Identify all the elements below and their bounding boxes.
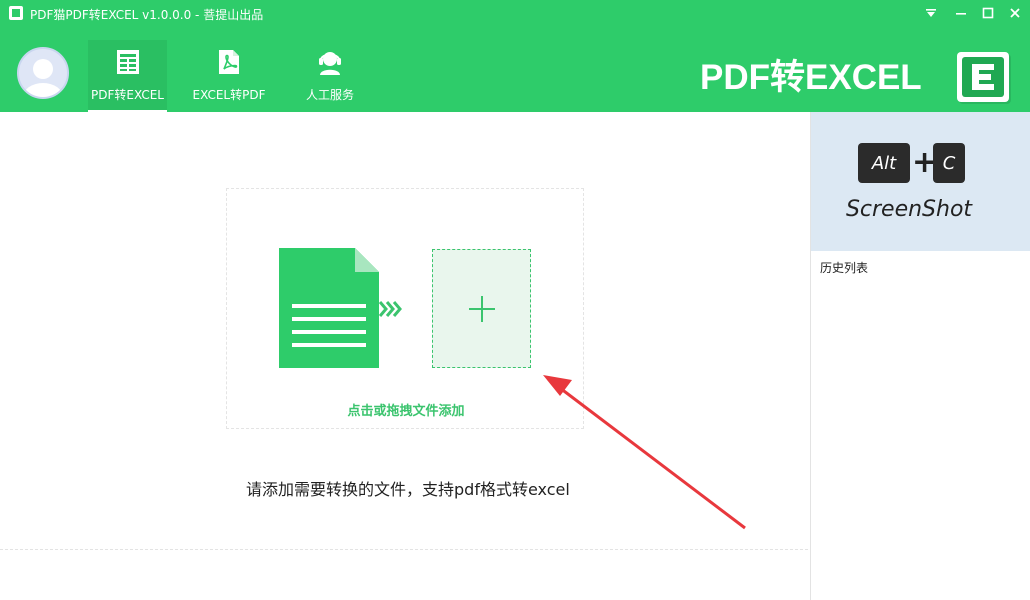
screenshot-shortcut-panel[interactable]: Alt + C ScreenShot <box>811 112 1030 251</box>
tab-label: PDF转EXCEL <box>91 88 164 102</box>
sidebar: Alt + C ScreenShot 历史列表 <box>810 112 1030 600</box>
tab-human-service[interactable]: 人工服务 <box>300 40 360 112</box>
menu-dropdown-icon[interactable] <box>920 4 942 22</box>
tab-pdf-to-excel[interactable]: PDF转EXCEL <box>88 40 167 112</box>
minimize-icon[interactable] <box>950 4 972 22</box>
pdf-icon <box>215 48 243 76</box>
brand-title: PDF转EXCEL <box>700 58 922 97</box>
tab-excel-to-pdf[interactable]: EXCEL转PDF <box>190 40 268 112</box>
maximize-icon[interactable] <box>977 4 999 22</box>
main-panel: 点击或拖拽文件添加 请添加需要转换的文件，支持pdf格式转excel <box>0 112 810 600</box>
annotation-arrow-icon <box>543 375 746 530</box>
title-bar: PDF猫PDF转EXCEL v1.0.0.0 - 菩提山出品 <box>0 0 1030 28</box>
alt-key: Alt <box>858 143 910 183</box>
tab-label: 人工服务 <box>305 88 354 102</box>
close-icon[interactable] <box>1004 4 1026 22</box>
spreadsheet-icon <box>114 48 142 76</box>
excel-logo <box>957 52 1009 102</box>
user-avatar[interactable] <box>17 47 69 99</box>
history-list-title: 历史列表 <box>820 261 869 275</box>
user-icon <box>23 59 63 97</box>
c-key: C <box>933 143 965 183</box>
screenshot-label: ScreenShot <box>845 197 973 222</box>
headset-icon <box>316 48 344 76</box>
tab-label: EXCEL转PDF <box>192 88 266 102</box>
app-header: PDF猫PDF转EXCEL v1.0.0.0 - 菩提山出品 PDF转EXCEL… <box>0 0 1030 112</box>
app-icon <box>9 6 23 20</box>
window-title: PDF猫PDF转EXCEL v1.0.0.0 - 菩提山出品 <box>30 8 264 22</box>
